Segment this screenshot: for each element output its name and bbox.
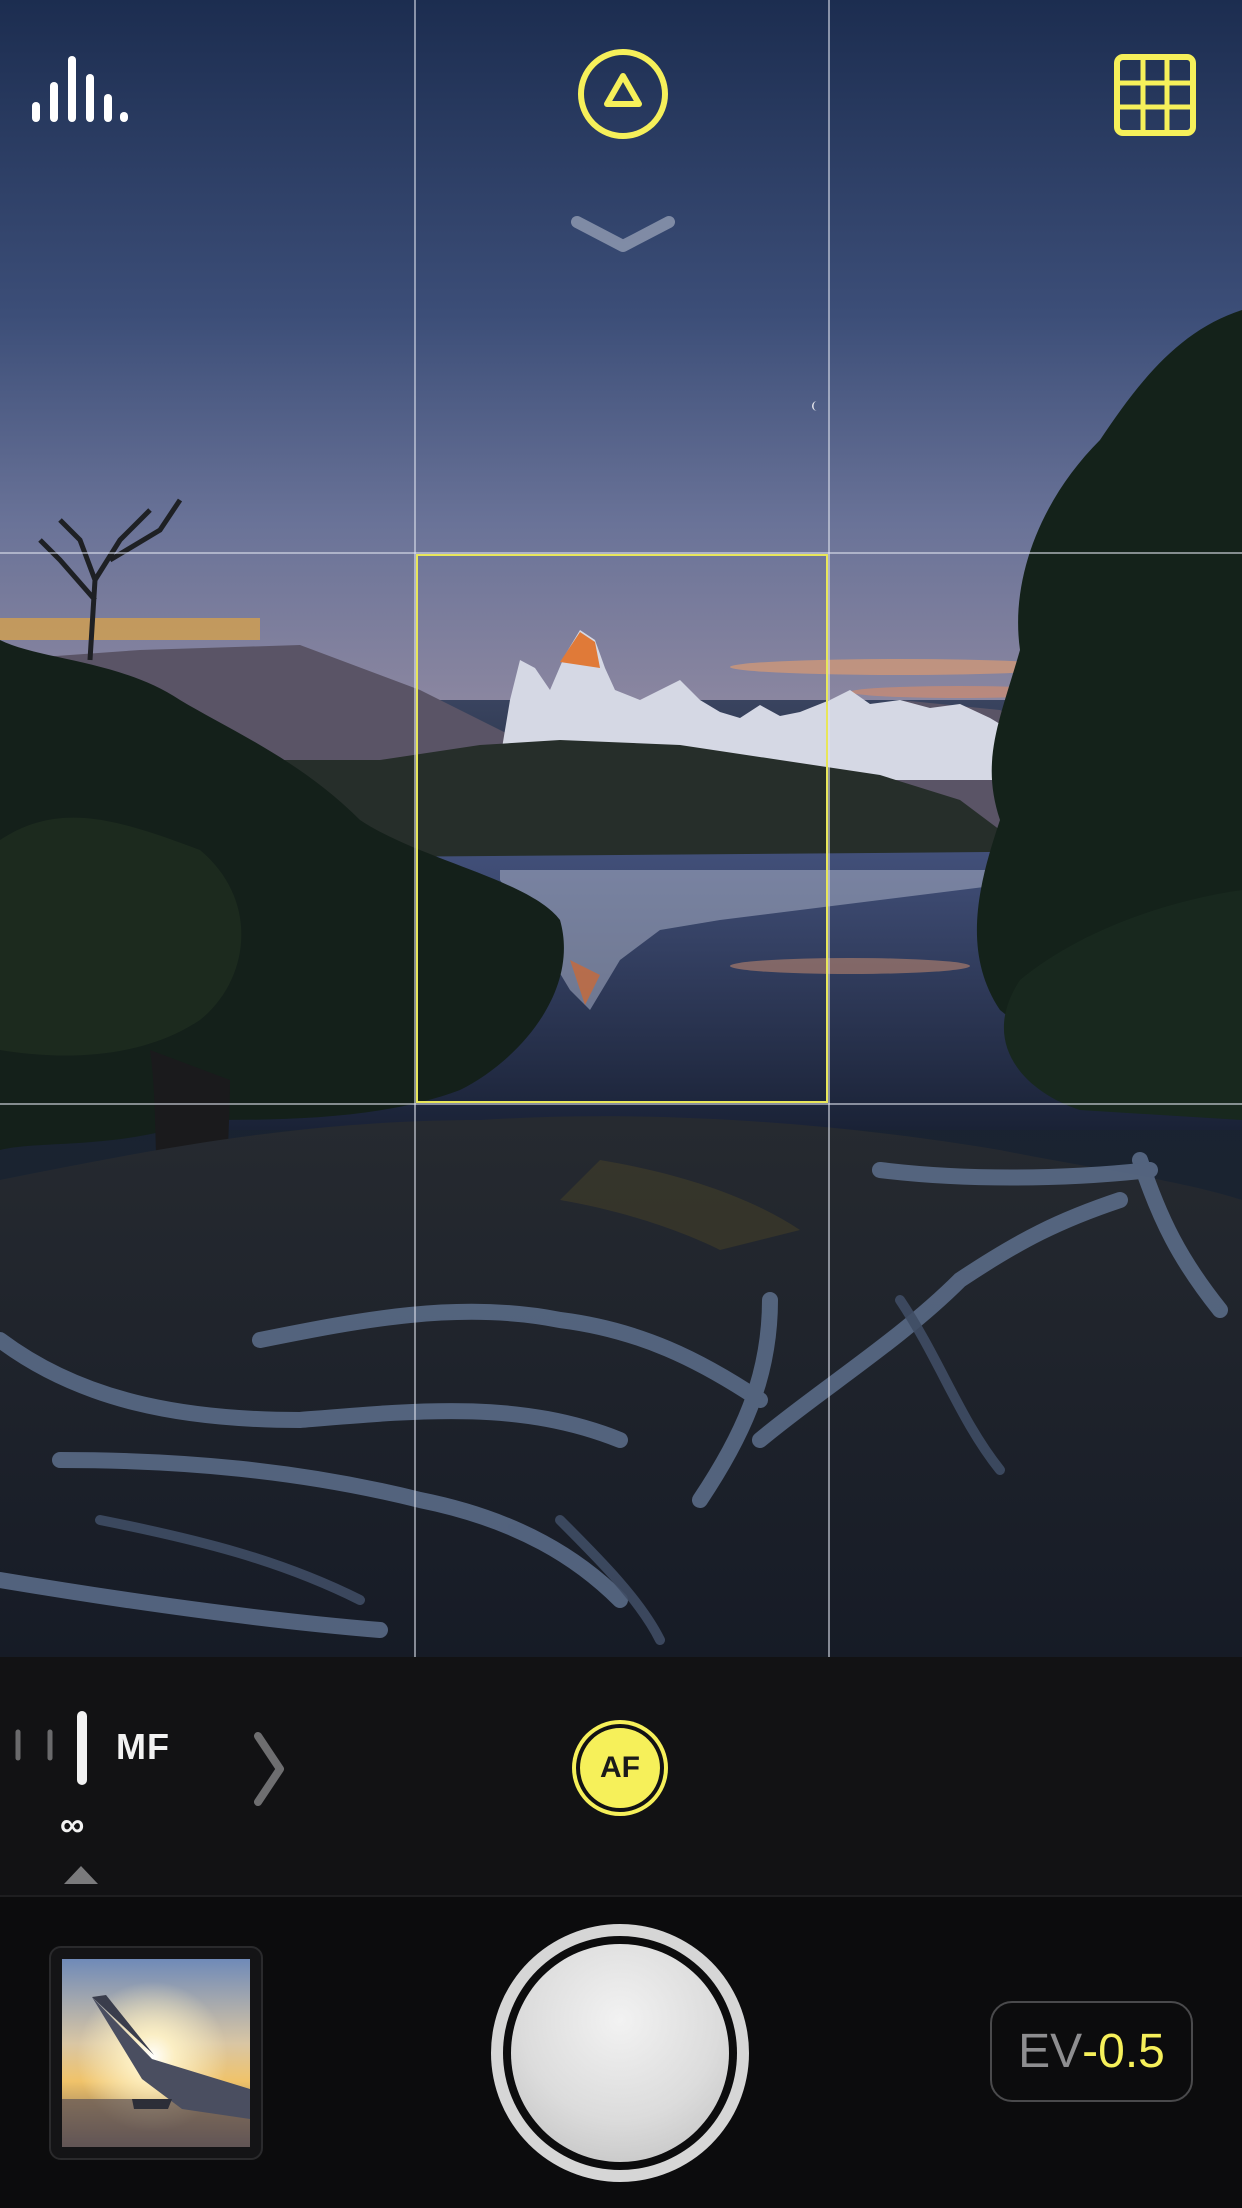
last-photo-thumbnail[interactable] xyxy=(62,1959,250,2147)
autofocus-button[interactable]: AF xyxy=(576,1724,664,1812)
focus-distance-label: ∞ xyxy=(60,1806,85,1844)
chevron-right-icon[interactable] xyxy=(252,1730,288,1808)
shutter-button[interactable] xyxy=(511,1944,729,2162)
exposure-compensation-button[interactable]: EV -0.5 xyxy=(990,2001,1193,2102)
histogram-icon[interactable] xyxy=(30,54,130,126)
grid-line-horizontal-2 xyxy=(0,1103,1242,1105)
chevron-down-icon[interactable] xyxy=(571,212,675,254)
camera-viewfinder[interactable] xyxy=(0,0,1242,1657)
grid-icon[interactable] xyxy=(1114,54,1196,136)
caret-up-icon xyxy=(64,1866,98,1884)
ev-label: EV xyxy=(1018,2025,1083,2078)
ev-value: -0.5 xyxy=(1082,2025,1165,2078)
focus-area-box[interactable] xyxy=(416,554,828,1103)
grid-line-vertical-2 xyxy=(828,0,830,1657)
focus-slider[interactable] xyxy=(12,1708,92,1788)
triangle-mode-icon[interactable] xyxy=(575,46,671,142)
manual-focus-label[interactable]: MF xyxy=(116,1726,170,1768)
